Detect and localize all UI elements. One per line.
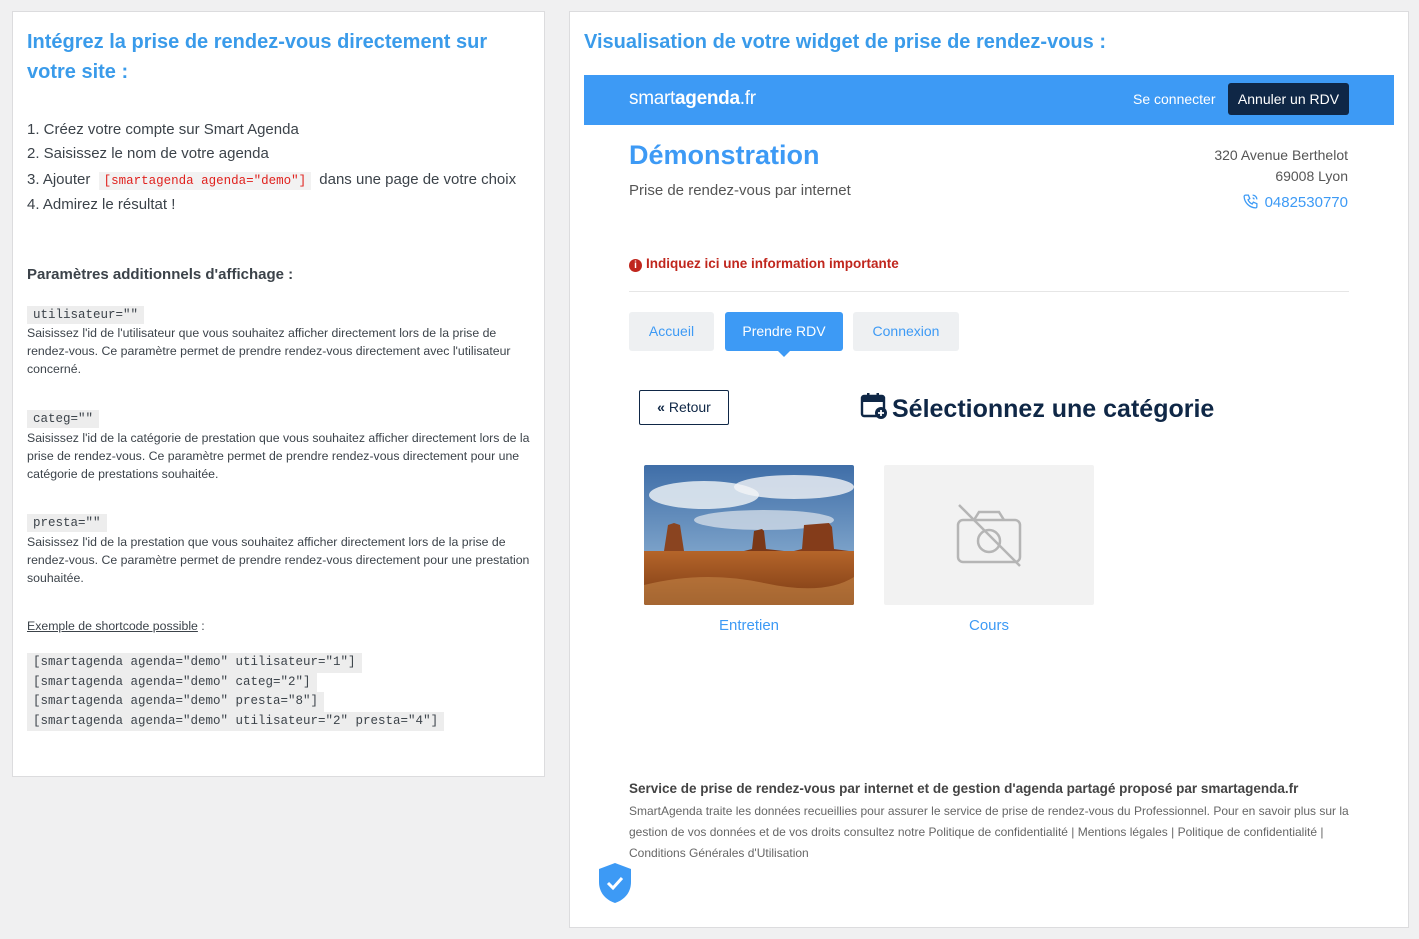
- tab-book-appointment[interactable]: Prendre RDV: [725, 312, 843, 357]
- info-icon: i: [629, 259, 642, 272]
- no-image-camera-icon: [956, 504, 1022, 567]
- example-shortcode: [smartagenda agenda="demo" utilisateur="…: [27, 711, 445, 731]
- preview-heading: Visualisation de votre widget de prise d…: [584, 31, 1106, 53]
- params-heading: Paramètres additionnels d'affichage :: [27, 266, 294, 283]
- step-3-prefix: 3. Ajouter: [27, 171, 91, 188]
- login-link[interactable]: Se connecter: [1133, 91, 1216, 107]
- smartagenda-logo[interactable]: smartagenda.fr: [629, 88, 756, 110]
- param-presta-desc: Saisissez l'id de la prestation que vous…: [27, 535, 530, 585]
- example-shortcode: [smartagenda agenda="demo" utilisateur="…: [27, 653, 362, 673]
- example-label: Exemple de shortcode possible :: [27, 619, 205, 633]
- integration-heading: Intégrez la prise de rendez-vous directe…: [27, 31, 488, 83]
- back-button[interactable]: « Retour: [639, 390, 729, 425]
- example-label-text: Exemple de shortcode possible: [27, 619, 198, 633]
- section-title: Sélectionnez une catégorie: [860, 392, 1214, 424]
- widget-preview-panel: Visualisation de votre widget de prise d…: [569, 11, 1409, 928]
- company-name: Démonstration: [629, 140, 820, 170]
- logo-part-tld: .fr: [739, 88, 756, 109]
- category-label-entretien: Entretien: [718, 617, 780, 634]
- phone-number: 0482530770: [1264, 194, 1348, 211]
- double-chevron-left-icon: «: [657, 399, 665, 415]
- step-4: 4. Admirez le résultat !: [27, 196, 176, 213]
- param-presta-code: presta="": [27, 514, 107, 532]
- tab-login[interactable]: Connexion: [853, 312, 959, 351]
- important-notice: i Indiquez ici une information importante: [629, 256, 899, 272]
- company-subtitle: Prise de rendez-vous par internet: [629, 182, 851, 199]
- step-3-suffix: dans une page de votre choix: [319, 171, 517, 188]
- example-shortcode: [smartagenda agenda="demo" categ="2"]: [27, 672, 317, 692]
- address-line-1: 320 Avenue Berthelot: [1214, 147, 1348, 163]
- param-utilisateur-desc: Saisissez l'id de l'utilisateur que vous…: [27, 326, 511, 376]
- param-categ-code: categ="": [27, 410, 100, 428]
- param-utilisateur-code: utilisateur="": [27, 306, 145, 324]
- category-label-cours: Cours: [968, 617, 1009, 634]
- section-title-text: Sélectionnez une catégorie: [892, 395, 1215, 423]
- widget-header: smartagenda.fr Se connecter Annuler un R…: [584, 75, 1394, 125]
- back-button-label: Retour: [668, 399, 711, 415]
- integration-instructions-panel: Intégrez la prise de rendez-vous directe…: [12, 11, 545, 777]
- example-label-colon: :: [197, 619, 205, 633]
- tab-home[interactable]: Accueil: [629, 312, 714, 351]
- example-shortcode: [smartagenda agenda="demo" presta="8"]: [27, 692, 325, 712]
- logo-part-bold: agenda: [675, 88, 740, 109]
- steps-list: 1. Créez votre compte sur Smart Agenda 2…: [27, 118, 516, 217]
- footer-text: SmartAgenda traite les données recueilli…: [629, 804, 1349, 860]
- address-line-2: 69008 Lyon: [1275, 168, 1348, 184]
- phone-icon: [1243, 194, 1258, 209]
- step-1: 1. Créez votre compte sur Smart Agenda: [27, 121, 299, 138]
- param-categ-desc: Saisissez l'id de la catégorie de presta…: [27, 431, 530, 481]
- logo-part-light: smart: [629, 88, 676, 109]
- shield-check-icon[interactable]: [597, 862, 633, 909]
- step-3: 3. Ajouter [smartagenda agenda="demo"] d…: [27, 166, 516, 193]
- cancel-appointment-button[interactable]: Annuler un RDV: [1228, 83, 1349, 115]
- calendar-add-icon: [860, 393, 887, 419]
- footer-title: Service de prise de rendez-vous par inte…: [629, 781, 1299, 796]
- phone-link[interactable]: 0482530770: [1242, 193, 1348, 211]
- category-image-desert: [644, 465, 854, 605]
- divider: [629, 291, 1349, 292]
- category-card-cours[interactable]: Cours: [884, 465, 1094, 634]
- step-2: 2. Saisissez le nom de votre agenda: [27, 145, 269, 162]
- category-image-placeholder: [884, 465, 1094, 605]
- category-card-entretien[interactable]: Entretien: [644, 465, 854, 634]
- example-shortcodes: [smartagenda agenda="demo" utilisateur="…: [27, 653, 445, 731]
- important-notice-text: Indiquez ici une information importante: [646, 256, 899, 271]
- step-3-shortcode: [smartagenda agenda="demo"]: [98, 172, 312, 190]
